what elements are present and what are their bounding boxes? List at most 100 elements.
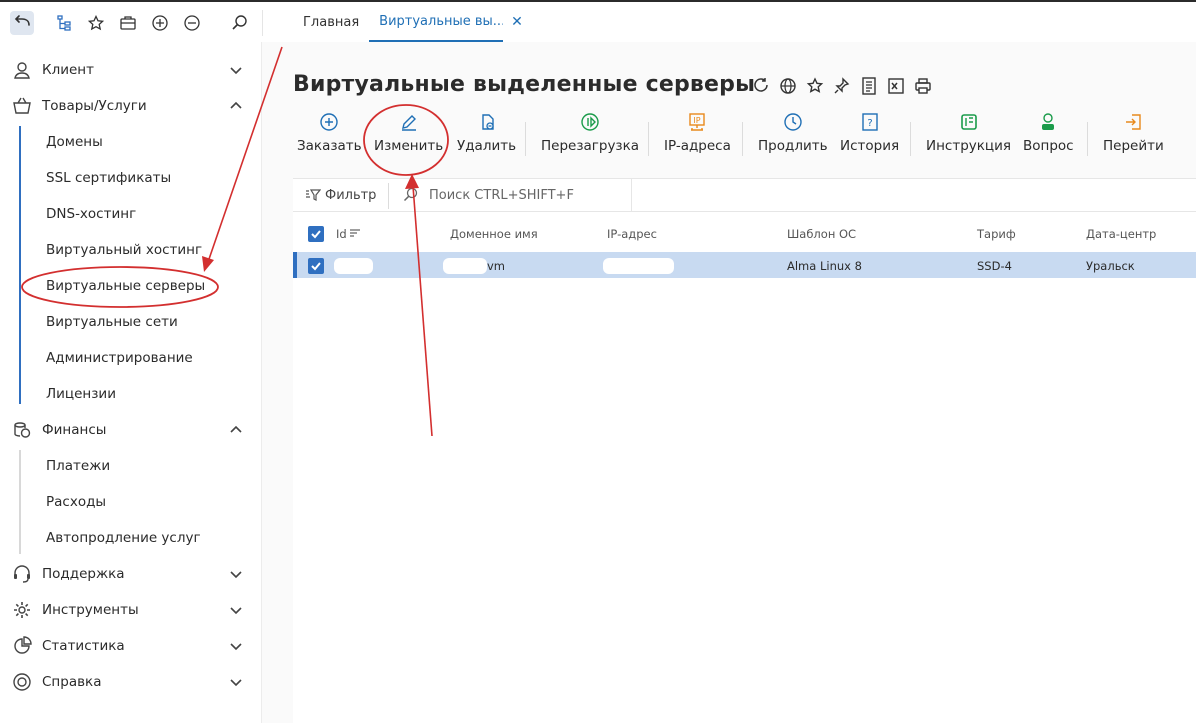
column-header-ip[interactable]: IP-адрес (607, 227, 657, 241)
go-icon (1126, 114, 1142, 130)
sidebar-group-label: Поддержка (42, 566, 125, 582)
sidebar-group-products[interactable]: Товары/Услуги (0, 88, 262, 124)
clock-icon (784, 113, 802, 131)
edit-button-label: Изменить (374, 138, 444, 154)
reboot-button-label: Перезагрузка (541, 138, 640, 154)
sidebar-item-virtual-networks[interactable]: Виртуальные сети (46, 304, 178, 340)
sidebar-group-label: Клиент (42, 62, 94, 78)
renew-button-label: Продлить (758, 138, 828, 154)
chevron-down-icon[interactable] (229, 639, 243, 653)
order-button[interactable]: Заказать (297, 112, 362, 160)
star-icon[interactable] (806, 76, 824, 96)
sidebar-group-label: Справка (42, 674, 102, 690)
instruction-button[interactable]: Инструкция (926, 112, 1011, 160)
svg-text:?: ? (867, 118, 872, 129)
user-icon (14, 62, 30, 79)
sort-icon[interactable] (349, 228, 361, 240)
filter-button[interactable]: Фильтр (305, 187, 376, 203)
tree-line (19, 126, 21, 404)
sidebar-group-label: Инструменты (42, 602, 139, 618)
close-tab-icon[interactable]: ✕ (505, 2, 529, 42)
ip-icon: IP (689, 113, 706, 131)
sidebar-item-ssl[interactable]: SSL сертификаты (46, 160, 171, 196)
cell-datacenter: Уральск (1086, 259, 1135, 273)
sidebar-group-support[interactable]: Поддержка (0, 556, 262, 592)
filter-bar: Фильтр Поиск CTRL+SHIFT+F (293, 178, 1196, 213)
pin-icon[interactable] (833, 76, 851, 96)
column-header-id[interactable]: Id (336, 227, 361, 241)
delete-button[interactable]: Удалить (457, 112, 516, 160)
sidebar-item-dns[interactable]: DNS-хостинг (46, 196, 136, 232)
history-icon: ? (861, 113, 878, 131)
question-user-icon (1042, 113, 1055, 130)
search-icon (403, 187, 418, 202)
notes-icon[interactable] (860, 76, 878, 96)
goto-button[interactable]: Перейти (1103, 112, 1164, 160)
sidebar-group-stats[interactable]: Статистика (0, 628, 262, 664)
lifebuoy-icon (13, 673, 31, 691)
reboot-button[interactable]: Перезагрузка (541, 112, 639, 160)
tab-home[interactable]: Главная (293, 2, 369, 42)
question-button[interactable]: Вопрос (1023, 112, 1074, 160)
briefcase-icon[interactable] (116, 11, 140, 35)
back-arrow-icon[interactable] (10, 11, 34, 35)
plus-circle-icon[interactable] (148, 11, 172, 35)
history-button[interactable]: ? История (840, 112, 899, 160)
chevron-down-icon[interactable] (229, 567, 243, 581)
column-header-tariff[interactable]: Тариф (977, 227, 1016, 241)
sidebar-item-virtual-servers[interactable]: Виртуальные серверы (46, 268, 205, 304)
chevron-down-icon[interactable] (229, 675, 243, 689)
column-header-datacenter[interactable]: Дата-центр (1086, 227, 1156, 241)
globe-icon[interactable] (779, 76, 797, 96)
sidebar-group-tools[interactable]: Инструменты (0, 592, 262, 628)
sidebar-item-expenses[interactable]: Расходы (46, 484, 106, 520)
search-icon[interactable] (228, 11, 252, 35)
chevron-down-icon[interactable] (229, 603, 243, 617)
sidebar-item-payments[interactable]: Платежи (46, 448, 110, 484)
cell-domain: vm (487, 259, 506, 273)
goto-button-label: Перейти (1103, 138, 1164, 154)
ip-addresses-button[interactable]: IP IP-адреса (664, 112, 731, 160)
tree-icon[interactable] (52, 11, 76, 35)
sidebar-group-finance[interactable]: Финансы (0, 412, 262, 448)
tab-virtual-servers[interactable]: Виртуальные вы... (369, 2, 504, 42)
history-button-label: История (840, 138, 900, 154)
chart-icon (14, 636, 32, 654)
search-placeholder: Поиск CTRL+SHIFT+F (429, 187, 574, 203)
plus-circle-icon (320, 113, 339, 131)
sidebar-item-licenses[interactable]: Лицензии (46, 376, 116, 412)
column-header-os[interactable]: Шаблон ОС (787, 227, 856, 241)
column-header-label: Id (336, 227, 347, 241)
table-row[interactable] (293, 252, 1196, 278)
chevron-up-icon[interactable] (229, 99, 243, 113)
coins-icon (14, 422, 31, 438)
chevron-up-icon[interactable] (229, 423, 243, 437)
renew-button[interactable]: Продлить (758, 112, 828, 160)
row-checkbox[interactable] (308, 258, 324, 274)
excel-icon[interactable] (887, 76, 905, 96)
sidebar-item-administration[interactable]: Администрирование (46, 340, 193, 376)
redacted-domain (443, 258, 487, 274)
minus-circle-icon[interactable] (180, 11, 204, 35)
star-icon[interactable] (84, 11, 108, 35)
sidebar-group-help[interactable]: Справка (0, 664, 262, 700)
chevron-down-icon[interactable] (229, 63, 243, 77)
instruction-icon (960, 114, 977, 130)
topbar-divider (262, 10, 263, 36)
edit-button[interactable]: Изменить (374, 112, 443, 160)
sidebar-group-client[interactable]: Клиент (0, 52, 262, 88)
filter-icon (306, 189, 321, 201)
svg-text:IP: IP (694, 116, 701, 125)
data-grid (293, 212, 1196, 723)
toolbar-separator (525, 122, 526, 156)
sidebar-item-domains[interactable]: Домены (46, 124, 103, 160)
search-input[interactable]: Поиск CTRL+SHIFT+F (403, 187, 574, 203)
print-icon[interactable] (914, 76, 932, 96)
refresh-icon[interactable] (752, 76, 770, 96)
column-header-domain[interactable]: Доменное имя (450, 227, 538, 241)
redacted-ip (603, 258, 674, 274)
sidebar-item-hosting[interactable]: Виртуальный хостинг (46, 232, 202, 268)
order-button-label: Заказать (297, 138, 362, 154)
sidebar-item-autorenew[interactable]: Автопродление услуг (46, 520, 201, 556)
select-all-checkbox[interactable] (308, 226, 324, 242)
